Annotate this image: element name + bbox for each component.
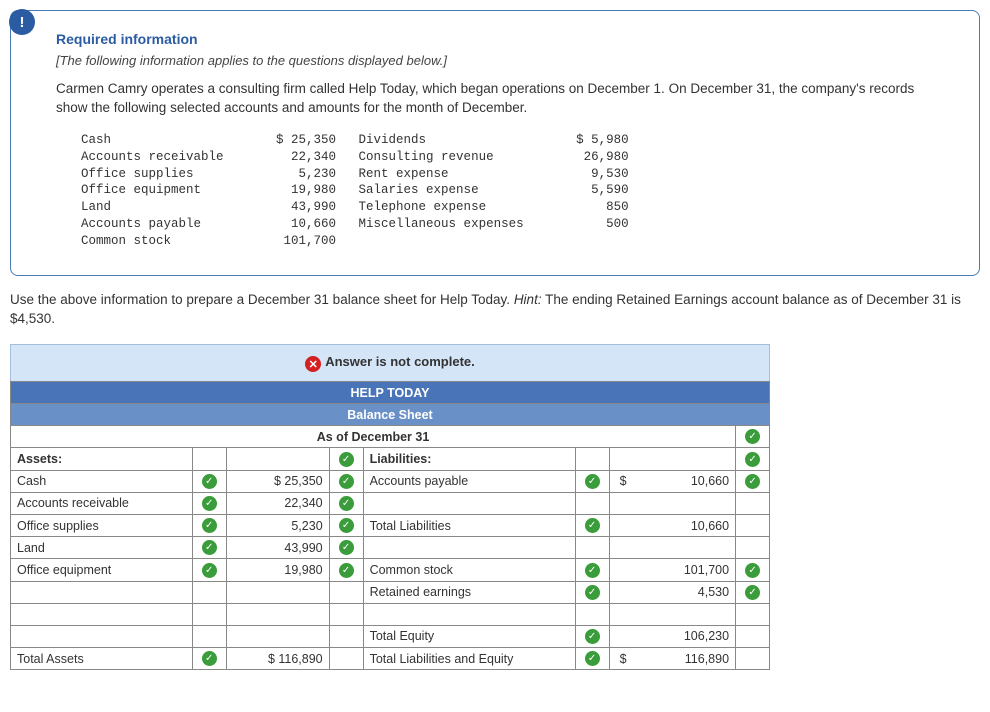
check-icon: ✓ (585, 518, 600, 533)
check-icon: ✓ (745, 452, 760, 467)
alert-icon: ! (9, 9, 35, 35)
retained-earnings: Retained earnings (363, 581, 575, 603)
check-icon: ✓ (339, 540, 354, 555)
date-header: As of December 31 (11, 426, 736, 448)
total-liab-equity: Total Liabilities and Equity (363, 648, 575, 670)
check-icon: ✓ (339, 496, 354, 511)
asset-val-2: 5,230 (226, 515, 329, 537)
check-icon: ✓ (202, 496, 217, 511)
check-icon: ✓ (585, 563, 600, 578)
asset-0: Cash (11, 470, 193, 492)
check-icon: ✓ (585, 585, 600, 600)
info-card: ! Required information [The following in… (10, 10, 980, 276)
check-icon: ✓ (202, 651, 217, 666)
company-header: HELP TODAY (11, 382, 770, 404)
check-icon: ✓ (202, 518, 217, 533)
scenario-text: Carmen Camry operates a consulting firm … (56, 80, 949, 118)
check-icon: ✓ (202, 474, 217, 489)
total-liabilities: Total Liabilities (363, 515, 575, 537)
date-check: ✓ (736, 426, 770, 448)
check-icon: ✓ (202, 540, 217, 555)
total-equity: Total Equity (363, 625, 575, 647)
check-icon: ✓ (339, 563, 354, 578)
check-icon: ✓ (745, 563, 760, 578)
accounts-payable: Accounts payable (363, 470, 575, 492)
answer-status-banner: ✕ Answer is not complete. (10, 344, 770, 383)
instruction-text: Use the above information to prepare a D… (10, 291, 980, 329)
check-icon: ✓ (585, 651, 600, 666)
total-assets: Total Assets (11, 648, 193, 670)
liab-heading: Liabilities: (363, 448, 575, 470)
check-icon: ✓ (339, 474, 354, 489)
check-icon: ✓ (585, 629, 600, 644)
total-assets-val: $ 116,890 (226, 648, 329, 670)
asset-3: Land (11, 537, 193, 559)
accounts-listing: Cash $ 25,350 Dividends $ 5,980 Accounts… (56, 132, 949, 250)
check-icon: ✓ (202, 563, 217, 578)
check-icon: ✓ (745, 585, 760, 600)
common-stock: Common stock (363, 559, 575, 581)
liab-h-check: ✓ (736, 448, 770, 470)
check-icon: ✓ (745, 429, 760, 444)
x-icon: ✕ (305, 356, 321, 372)
asset-val-0: $ 25,350 (226, 470, 329, 492)
asset-1: Accounts receivable (11, 492, 193, 514)
balance-sheet-table: HELP TODAY Balance Sheet As of December … (10, 381, 770, 670)
asset-2: Office supplies (11, 515, 193, 537)
asset-val-1: 22,340 (226, 492, 329, 514)
required-title: Required information (56, 31, 949, 47)
check-icon: ✓ (339, 518, 354, 533)
asset-val-3: 43,990 (226, 537, 329, 559)
asset-4: Office equipment (11, 559, 193, 581)
check-icon: ✓ (745, 474, 760, 489)
asset-val-4: 19,980 (226, 559, 329, 581)
banner-text: Answer is not complete. (325, 354, 475, 369)
info-applies: [The following information applies to th… (56, 53, 949, 68)
sheet-title: Balance Sheet (11, 404, 770, 426)
assets-heading: Assets: (11, 448, 193, 470)
hint-label: Hint: (514, 292, 542, 307)
assets-h-check: ✓ (329, 448, 363, 470)
check-icon: ✓ (585, 474, 600, 489)
instruction-main: Use the above information to prepare a D… (10, 292, 514, 307)
check-icon: ✓ (339, 452, 354, 467)
